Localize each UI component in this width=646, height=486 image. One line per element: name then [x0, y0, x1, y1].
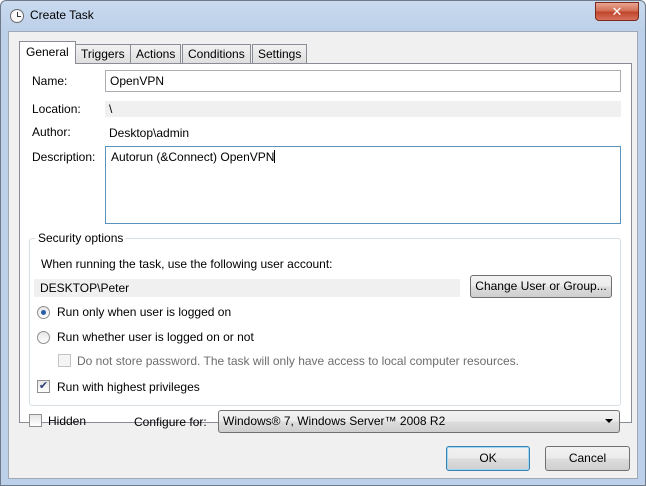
cancel-button[interactable]: Cancel — [545, 446, 630, 471]
clock-icon — [10, 9, 24, 23]
highest-privileges-checkbox[interactable]: ✔ — [37, 380, 50, 393]
tab-actions[interactable]: Actions — [130, 44, 182, 63]
run-whether-radio[interactable] — [37, 331, 50, 344]
change-user-button[interactable]: Change User or Group... — [470, 275, 612, 298]
general-tab-panel: Name: OpenVPN Location: \ Author: Deskto… — [19, 63, 632, 423]
configure-for-select[interactable]: Windows® 7, Windows Server™ 2008 R2 — [218, 410, 620, 433]
author-value: Desktop\admin — [109, 126, 190, 140]
ok-button[interactable]: OK — [446, 446, 530, 471]
security-options-group: Security options When running the task, … — [29, 231, 621, 406]
user-account-value: DESKTOP\Peter — [34, 279, 460, 297]
description-textarea[interactable]: Autorun (&Connect) OpenVPN — [105, 146, 621, 224]
close-button[interactable]: ✕ — [595, 2, 639, 21]
name-input[interactable]: OpenVPN — [105, 70, 621, 92]
run-whether-label[interactable]: Run whether user is logged on or not — [57, 330, 254, 344]
no-store-password-checkbox[interactable] — [58, 354, 71, 367]
hidden-label[interactable]: Hidden — [48, 414, 86, 428]
no-store-password-label: Do not store password. The task will onl… — [77, 354, 519, 368]
author-label: Author: — [32, 125, 71, 139]
account-prompt: When running the task, use the following… — [41, 257, 333, 271]
highest-privileges-label[interactable]: Run with highest privileges — [57, 380, 200, 394]
create-task-window: Create Task ✕ General Triggers Actions C… — [0, 0, 646, 486]
location-label: Location: — [32, 102, 81, 116]
description-text: Autorun (&Connect) OpenVPN — [111, 150, 275, 164]
run-logged-on-label[interactable]: Run only when user is logged on — [57, 305, 231, 319]
tab-settings[interactable]: Settings — [252, 44, 308, 63]
security-options-title: Security options — [35, 231, 127, 245]
tab-conditions[interactable]: Conditions — [182, 44, 251, 63]
configure-for-value: Windows® 7, Windows Server™ 2008 R2 — [223, 414, 446, 428]
tab-triggers[interactable]: Triggers — [75, 44, 131, 63]
hidden-checkbox[interactable] — [29, 414, 42, 427]
run-logged-on-radio[interactable] — [37, 306, 50, 319]
dialog-client-area: General Triggers Actions Conditions Sett… — [8, 31, 638, 479]
tab-general[interactable]: General — [19, 41, 76, 64]
location-value: \ — [105, 101, 621, 117]
window-title: Create Task — [30, 8, 94, 22]
name-label: Name: — [32, 74, 68, 88]
description-label: Description: — [32, 150, 96, 164]
chevron-down-icon — [605, 419, 613, 423]
configure-for-label: Configure for: — [134, 415, 207, 429]
title-bar[interactable]: Create Task ✕ — [1, 1, 645, 31]
text-caret — [274, 150, 276, 163]
